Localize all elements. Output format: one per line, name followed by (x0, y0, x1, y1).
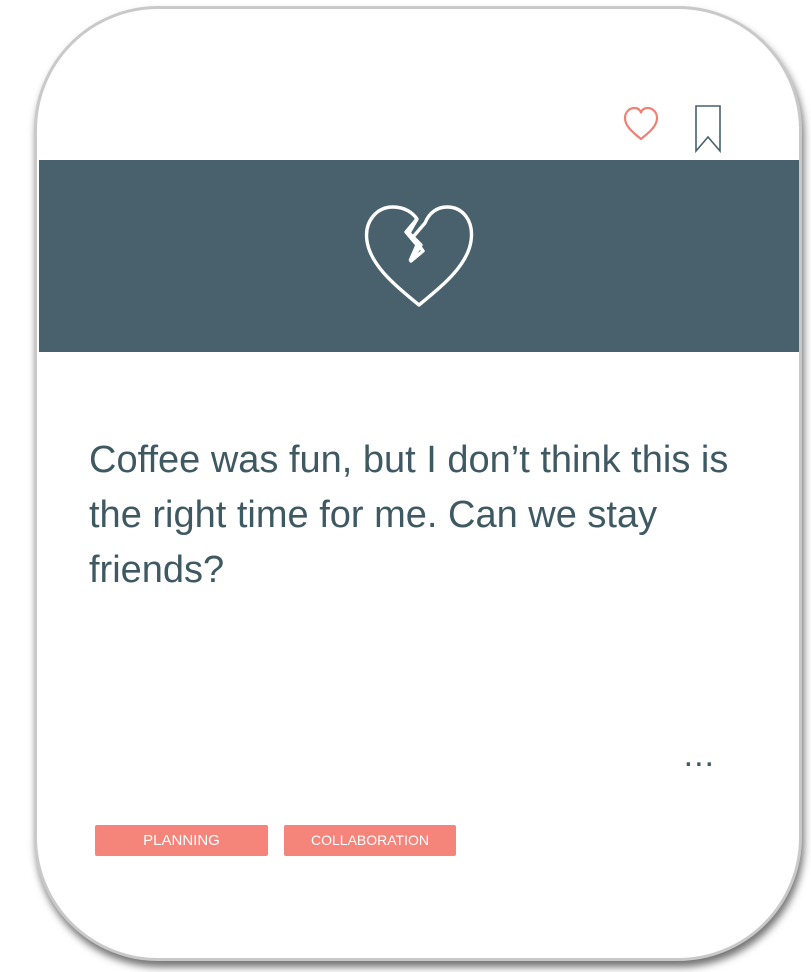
tag-planning[interactable]: PLANNING (95, 825, 268, 856)
bookmark-icon[interactable] (693, 104, 723, 159)
tag-collaboration[interactable]: COLLABORATION (284, 825, 456, 856)
heart-icon[interactable] (621, 104, 661, 149)
message-text: Coffee was fun, but I don’t think this i… (89, 439, 729, 591)
more-options-button[interactable]: ... (684, 736, 715, 775)
tag-list: PLANNING COLLABORATION (95, 825, 456, 856)
message-card: Coffee was fun, but I don’t think this i… (34, 6, 802, 961)
broken-heart-icon (364, 205, 474, 307)
card-banner (39, 160, 799, 352)
card-actions (621, 104, 723, 159)
